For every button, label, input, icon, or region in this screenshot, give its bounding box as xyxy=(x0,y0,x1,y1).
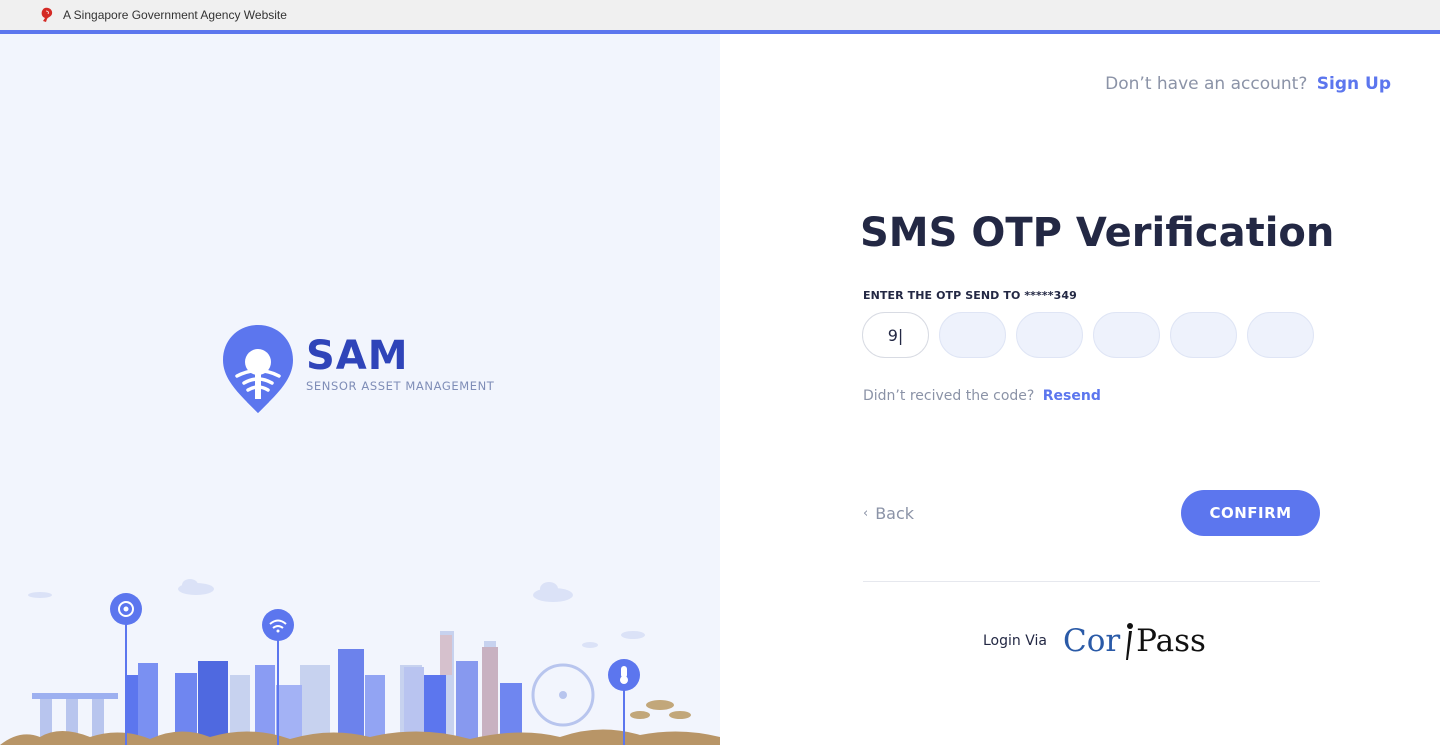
back-label: Back xyxy=(875,504,915,523)
resend-prompt: Didn’t recived the code? Resend xyxy=(863,388,1101,404)
corppass-logo-cor: Cor xyxy=(1062,623,1121,659)
login-panel: Don’t have an account? Sign Up SMS OTP V… xyxy=(720,34,1440,745)
corppass-logo-pass: Pass xyxy=(1136,623,1206,659)
otp-digit-input-4[interactable] xyxy=(1093,312,1160,358)
chevron-left-icon: ‹ xyxy=(863,506,869,521)
divider xyxy=(863,581,1320,582)
sensor-pin-icon xyxy=(223,325,293,413)
lion-head-icon xyxy=(41,7,53,23)
brand-panel: SAM SENSOR ASSET MANAGEMENT xyxy=(0,34,720,745)
resend-link[interactable]: Resend xyxy=(1043,388,1101,404)
otp-digit-input-1[interactable] xyxy=(862,312,929,358)
confirm-button[interactable]: CONFIRM xyxy=(1181,490,1320,536)
gov-banner-text: A Singapore Government Agency Website xyxy=(63,8,287,22)
brand-subtitle: SENSOR ASSET MANAGEMENT xyxy=(306,379,495,393)
brand-title: SAM xyxy=(306,333,409,379)
signup-link[interactable]: Sign Up xyxy=(1317,74,1391,94)
resend-question: Didn’t recived the code? xyxy=(863,388,1035,404)
otp-digit-input-5[interactable] xyxy=(1170,312,1237,358)
back-button[interactable]: ‹ Back xyxy=(863,504,914,523)
otp-digit-input-2[interactable] xyxy=(939,312,1006,358)
city-skyline-illustration xyxy=(0,579,720,745)
otp-digit-input-3[interactable] xyxy=(1016,312,1083,358)
corppass-logo[interactable]: Cor Pass xyxy=(1063,620,1206,662)
corppass-login[interactable]: Login Via Cor Pass xyxy=(983,620,1206,662)
gov-banner: A Singapore Government Agency Website xyxy=(0,0,1440,30)
page-title: SMS OTP Verification xyxy=(860,210,1335,256)
sam-logo: SAM SENSOR ASSET MANAGEMENT xyxy=(221,325,494,415)
otp-digit-input-6[interactable] xyxy=(1247,312,1314,358)
otp-instruction-label: ENTER THE OTP SEND TO *****349 xyxy=(863,289,1077,302)
login-via-label: Login Via xyxy=(983,633,1047,649)
otp-input-group xyxy=(862,312,1314,358)
signup-question: Don’t have an account? xyxy=(1105,74,1308,94)
signup-prompt: Don’t have an account? Sign Up xyxy=(1105,74,1391,94)
corppass-figure-icon xyxy=(1126,623,1134,660)
